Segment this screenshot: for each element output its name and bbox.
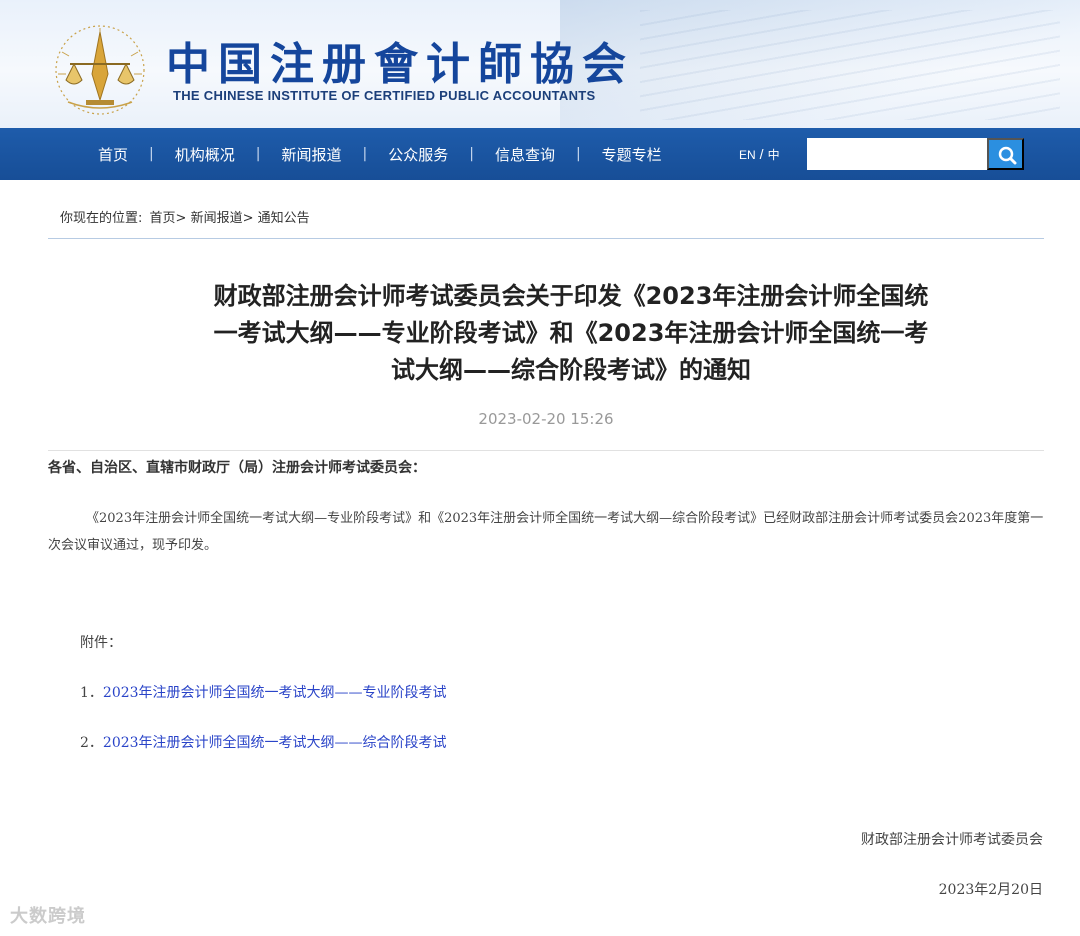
breadcrumb-item-notices[interactable]: 通知公告 bbox=[258, 211, 310, 226]
nav-separator: | bbox=[469, 146, 474, 162]
lang-en-link[interactable]: EN bbox=[739, 148, 756, 162]
nav-separator: | bbox=[362, 146, 368, 162]
banner-decoration-lines bbox=[640, 10, 1060, 120]
nav-item-special-topics[interactable]: 专题专栏 bbox=[602, 144, 662, 165]
attachment-item: 1．2023年注册会计师全国统一考试大纲——专业阶段考试 bbox=[80, 682, 447, 702]
breadcrumb-divider bbox=[48, 238, 1044, 239]
search-button[interactable] bbox=[987, 138, 1024, 170]
site-name-en[interactable]: THE CHINESE INSTITUTE OF CERTIFIED PUBLI… bbox=[173, 88, 596, 103]
search-input[interactable] bbox=[807, 138, 987, 170]
nav-item-public-services[interactable]: 公众服务 bbox=[388, 144, 448, 165]
cicpa-logo-icon[interactable] bbox=[48, 22, 156, 118]
attachment-link-professional-stage[interactable]: 2023年注册会计师全国统一考试大纲——专业阶段考试 bbox=[103, 685, 447, 701]
language-switch: EN / 中 bbox=[739, 146, 780, 163]
breadcrumb-item-news[interactable]: 新闻报道> bbox=[191, 211, 254, 226]
article-title-line: 试大纲——综合阶段考试》的通知 bbox=[391, 356, 751, 384]
search-icon bbox=[998, 146, 1017, 165]
lang-cn-link[interactable]: 中 bbox=[768, 148, 780, 162]
article-divider bbox=[48, 450, 1044, 451]
attachment-link-comprehensive-stage[interactable]: 2023年注册会计师全国统一考试大纲——综合阶段考试 bbox=[103, 735, 447, 751]
breadcrumb-item-home[interactable]: 首页> bbox=[150, 211, 187, 226]
attachment-number: 2． bbox=[80, 735, 103, 751]
breadcrumb: 你现在的位置: 首页> 新闻报道> 通知公告 bbox=[60, 207, 310, 226]
nav-separator: | bbox=[255, 146, 261, 162]
nav-item-home[interactable]: 首页 bbox=[98, 144, 128, 165]
article-title-line: 一考试大纲——专业阶段考试》和《2023年注册会计师全国统一考 bbox=[213, 319, 929, 347]
nav-separator: | bbox=[575, 146, 581, 162]
nav-items: 首页 | 机构概况 | 新闻报道 | 公众服务 | 信息查询 | 专题专栏 bbox=[98, 128, 662, 180]
header-banner: 中国注册會计師協会 THE CHINESE INSTITUTE OF CERTI… bbox=[0, 0, 1080, 128]
nav-separator: | bbox=[149, 146, 154, 162]
site-name-cn[interactable]: 中国注册會计師協会 bbox=[166, 28, 634, 92]
nav-item-about[interactable]: 机构概况 bbox=[175, 144, 235, 165]
attachment-number: 1． bbox=[80, 685, 103, 701]
attachment-item: 2．2023年注册会计师全国统一考试大纲——综合阶段考试 bbox=[80, 732, 447, 752]
article-addressee: 各省、自治区、直辖市财政厅（局）注册会计师考试委员会： bbox=[48, 460, 426, 476]
breadcrumb-prefix: 你现在的位置: bbox=[60, 211, 143, 226]
article-signature: 财政部注册会计师考试委员会 bbox=[861, 832, 1043, 848]
article-date: 2023-02-20 15:26 bbox=[478, 410, 614, 428]
nav-item-info-query[interactable]: 信息查询 bbox=[495, 144, 555, 165]
article-title: 财政部注册会计师考试委员会关于印发《2023年注册会计师全国统 一考试大纲——专… bbox=[176, 278, 966, 389]
article-body: 《2023年注册会计师全国统一考试大纲—专业阶段考试》和《2023年注册会计师全… bbox=[48, 511, 1044, 553]
attachments-label: 附件： bbox=[80, 635, 122, 651]
article-title-line: 财政部注册会计师考试委员会关于印发《2023年注册会计师全国统 bbox=[213, 282, 929, 310]
nav-item-news[interactable]: 新闻报道 bbox=[281, 144, 341, 165]
watermark: 大数跨境 bbox=[10, 906, 86, 927]
lang-divider: / bbox=[759, 146, 764, 162]
article-signature-date: 2023年2月20日 bbox=[938, 882, 1043, 898]
